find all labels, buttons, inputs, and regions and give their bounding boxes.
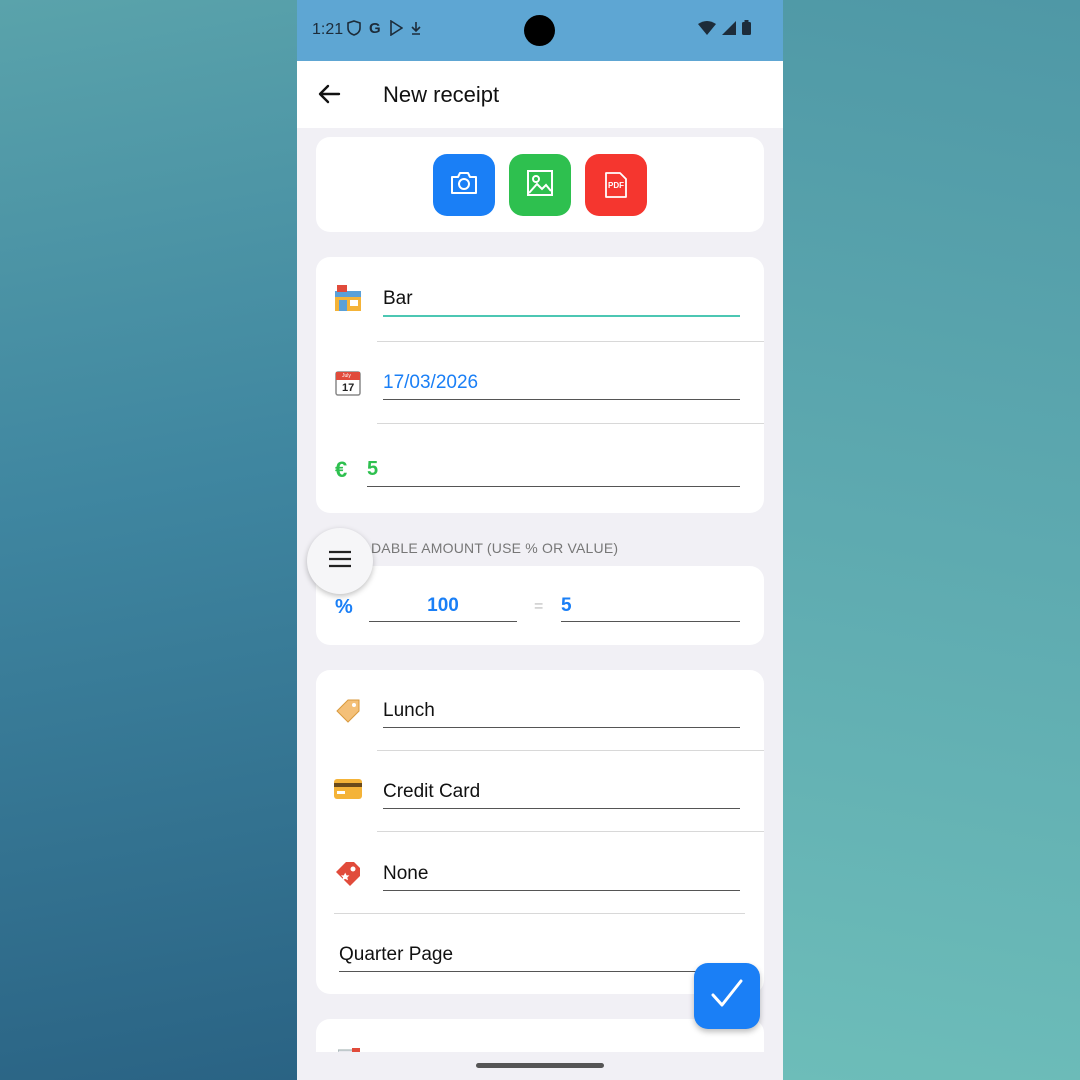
- download-icon: [411, 20, 421, 40]
- camera-cutout: [524, 15, 555, 46]
- tag-icon: [334, 697, 364, 727]
- battery-icon: [742, 20, 751, 40]
- equals-sign: =: [534, 598, 544, 615]
- background-right: [783, 0, 1080, 1080]
- store-input[interactable]: Bar: [383, 288, 740, 317]
- calendar-day: 17: [342, 382, 355, 394]
- deductible-amount-label: DABLE AMOUNT (USE % OR VALUE): [371, 540, 619, 556]
- label-input[interactable]: None: [383, 863, 740, 891]
- details-card: Lunch Credit Card None Quarter Page: [316, 670, 764, 994]
- menu-button[interactable]: [307, 528, 373, 594]
- deductible-card: % 100 = 5: [316, 566, 764, 645]
- credit-card-icon: [334, 778, 364, 808]
- store-icon: [334, 285, 364, 315]
- save-button[interactable]: [694, 963, 760, 1029]
- attachments-card: PDF: [316, 137, 764, 232]
- wifi-icon: [698, 20, 716, 40]
- arrow-left-icon[interactable]: [315, 79, 345, 109]
- euro-icon: €: [335, 457, 348, 482]
- date-input[interactable]: 17/03/2026: [383, 372, 740, 400]
- hamburger-icon: [328, 550, 352, 573]
- home-indicator[interactable]: [476, 1063, 604, 1068]
- deductible-value-input[interactable]: 5: [561, 595, 740, 622]
- pdf-button[interactable]: PDF: [585, 154, 647, 216]
- phone-screen: 1:21 G New receipt PDF Bar July 17 17/03…: [297, 0, 783, 1080]
- image-icon: [526, 169, 554, 202]
- percent-icon: %: [335, 596, 353, 618]
- camera-icon: [449, 170, 479, 201]
- calendar-month: July: [342, 373, 351, 379]
- amount-input[interactable]: 5: [367, 458, 740, 487]
- percent-input[interactable]: 100: [369, 595, 517, 622]
- google-icon: G: [369, 20, 381, 37]
- payment-method-input[interactable]: Credit Card: [383, 781, 740, 809]
- camera-button[interactable]: [433, 154, 495, 216]
- background-left: [0, 0, 297, 1080]
- gallery-button[interactable]: [509, 154, 571, 216]
- page-title: New receipt: [383, 82, 500, 107]
- pdf-label: PDF: [608, 181, 624, 190]
- play-store-icon: [389, 19, 404, 40]
- calendar-icon: July 17: [334, 369, 364, 399]
- receipt-card: Bar July 17 17/03/2026 € 5: [316, 257, 764, 513]
- pdf-icon: PDF: [604, 171, 628, 199]
- checkmark-icon: [709, 978, 745, 1015]
- app-bar: New receipt: [297, 61, 783, 128]
- status-bar: 1:21 G: [297, 0, 783, 61]
- category-input[interactable]: Lunch: [383, 700, 740, 728]
- shield-icon: [347, 20, 361, 40]
- signal-icon: [722, 20, 736, 40]
- status-time: 1:21: [312, 21, 344, 38]
- page-size-input[interactable]: Quarter Page: [339, 944, 740, 972]
- bookmark-tag-icon: [334, 860, 364, 890]
